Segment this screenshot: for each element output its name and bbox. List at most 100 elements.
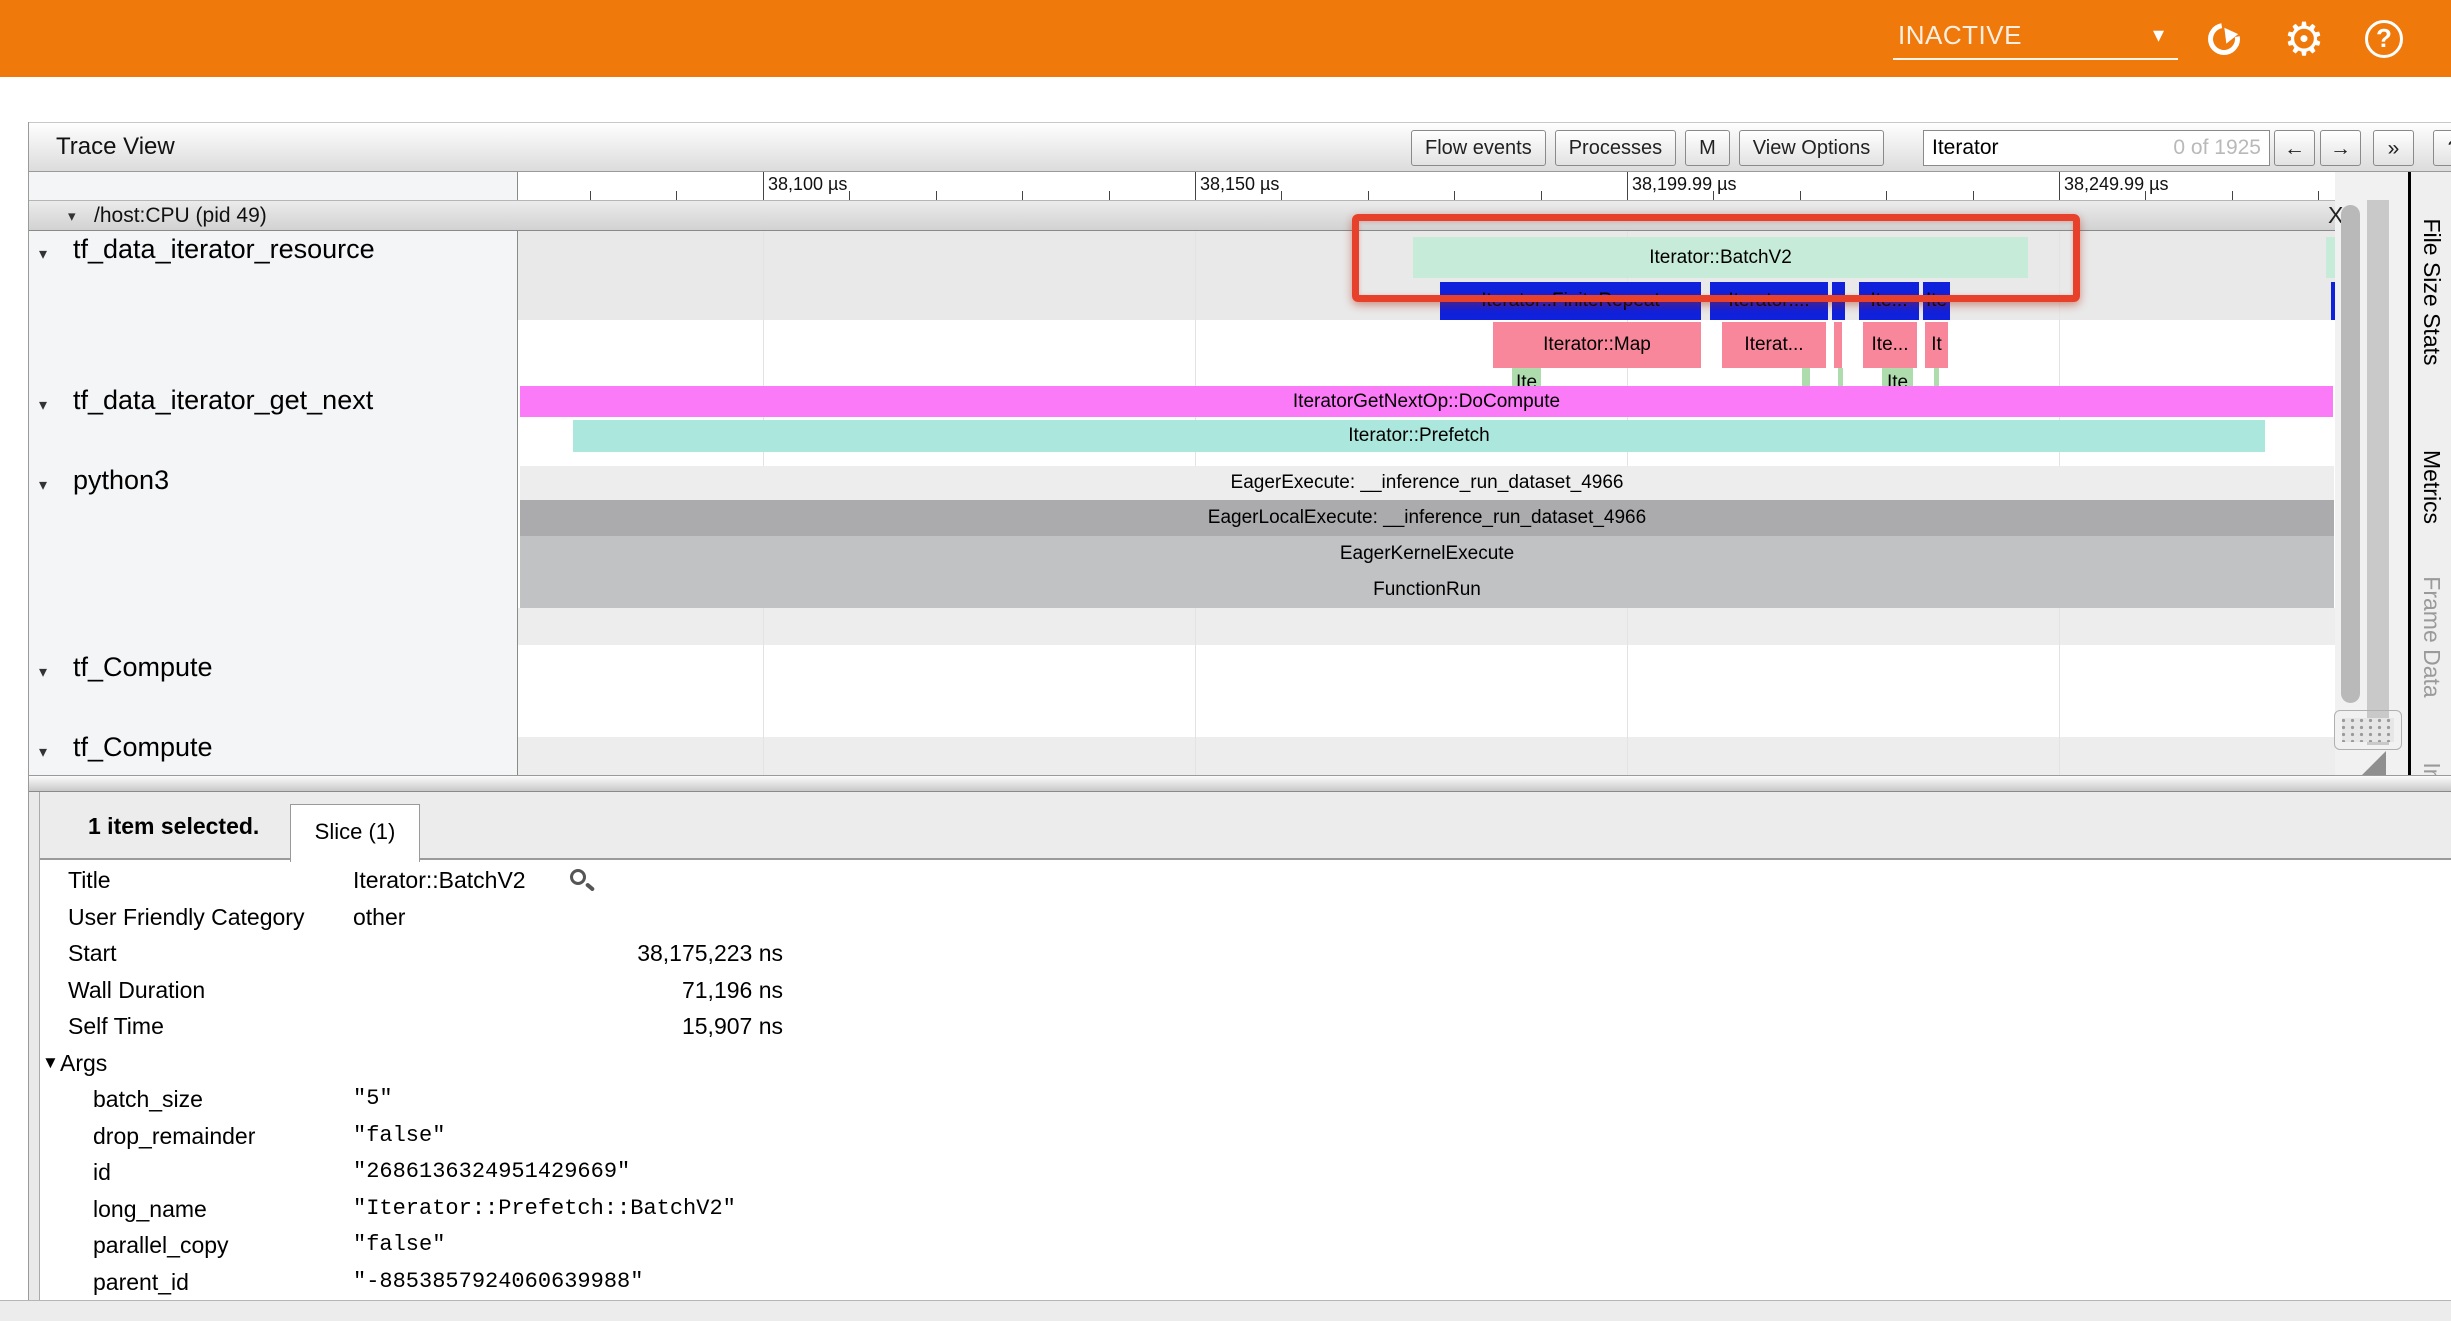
process-title: /host:CPU (pid 49) <box>94 201 267 230</box>
trace-slice[interactable]: It <box>1925 322 1948 368</box>
track-row-label-tf_Compute[interactable]: ▾tf_Compute <box>29 732 517 768</box>
detail-row-title: TitleIterator::BatchV2 <box>40 862 900 898</box>
time-tick <box>2059 172 2060 200</box>
detail-value: "2686136324951429669" <box>353 1154 783 1190</box>
time-tick-label: 38,150 µs <box>1200 174 1279 195</box>
process-header[interactable]: ▾ /host:CPU (pid 49) X <box>28 200 2335 231</box>
trace-slice[interactable]: EagerLocalExecute: __inference_run_datas… <box>520 500 2334 536</box>
toolbar-button-view-options[interactable]: View Options <box>1739 130 1884 166</box>
toolbar-button-m[interactable]: M <box>1685 130 1730 166</box>
time-tick-minor <box>2318 191 2319 200</box>
trace-slice-label: Iterator::BatchV2 <box>1649 237 1792 278</box>
app-left-border <box>28 122 29 1321</box>
trace-slice[interactable] <box>1834 322 1842 368</box>
panel-resize-divider[interactable] <box>28 775 2451 792</box>
trace-slice[interactable]: Iterator::Prefetch <box>573 420 2265 452</box>
search-input[interactable] <box>1924 131 2269 165</box>
trace-slice[interactable]: Iterator::Map <box>1493 322 1701 368</box>
panel-left-gutter <box>29 792 40 1300</box>
trace-slice-label: Iterator::FiniteRepeat <box>1481 282 1659 320</box>
trace-slice-label: Iterator::Prefetch <box>1348 420 1490 452</box>
time-ruler[interactable]: 38,100 µs38,150 µs38,199.99 µs38,249.99 … <box>518 172 2335 200</box>
resize-grip[interactable] <box>2334 710 2402 750</box>
detail-row-parent_id: parent_id"-8853857924060639988" <box>40 1264 900 1300</box>
status-dropdown[interactable]: INACTIVE ▾ <box>1893 14 2178 60</box>
time-tick-minor <box>590 191 591 200</box>
trace-slice[interactable]: IteratorGetNextOp::DoCompute <box>520 386 2333 417</box>
vertical-scrollbar[interactable] <box>2341 205 2360 703</box>
trace-toolbar: Trace View Flow eventsProcessesMView Opt… <box>28 122 2451 172</box>
detail-label: parent_id <box>93 1264 189 1300</box>
track-row-label-tf_data_iterator_get_next[interactable]: ▾tf_data_iterator_get_next <box>29 385 517 421</box>
trace-slice-label: It <box>1931 322 1942 368</box>
track-label-text: tf_Compute <box>73 732 213 763</box>
status-dropdown-value: INACTIVE <box>1898 20 2022 51</box>
sidebar-tab-file-size-stats[interactable]: File Size Stats <box>2418 219 2445 366</box>
toolbar-button-processes[interactable]: Processes <box>1555 130 1676 166</box>
trace-slice[interactable]: Ite... <box>1859 282 1919 320</box>
right-tab-sidebar: File Size Stats Metrics Frame Data In <box>2408 166 2451 775</box>
track-row-label-python3[interactable]: ▾python3 <box>29 465 517 501</box>
vertical-zoom-slider[interactable] <box>2367 200 2389 745</box>
time-tick-minor <box>1454 191 1455 200</box>
track-background <box>518 737 2335 775</box>
sidebar-tab-in[interactable]: In <box>2418 762 2445 775</box>
trace-slice[interactable] <box>2326 237 2335 278</box>
sidebar-tab-metrics[interactable]: Metrics <box>2418 450 2445 524</box>
detail-row-batch_size: batch_size"5" <box>40 1081 900 1117</box>
detail-value: "Iterator::Prefetch::BatchV2" <box>353 1191 783 1227</box>
refresh-button[interactable] <box>2196 0 2252 77</box>
track-background <box>518 608 2335 645</box>
trace-slice[interactable]: Iterator::FiniteRepeat <box>1440 282 1701 320</box>
tab-slice[interactable]: Slice (1) <box>290 804 420 862</box>
trace-slice[interactable]: Iterator:... <box>1710 282 1828 320</box>
trace-slice[interactable]: FunctionRun <box>520 572 2334 608</box>
trace-slice[interactable]: Ite <box>1923 282 1950 320</box>
search-jump-button[interactable]: » <box>2373 130 2414 166</box>
trace-slice[interactable]: Ite... <box>1863 322 1917 368</box>
corner-resize-icon[interactable] <box>2362 751 2386 775</box>
trace-slice-label: Iterat... <box>1744 322 1803 368</box>
trace-slice[interactable]: Iterator::BatchV2 <box>1413 237 2028 278</box>
track-label-column: ▾tf_data_iterator_resource ▾tf_data_itera… <box>29 172 518 775</box>
detail-label: drop_remainder <box>93 1118 255 1154</box>
detail-label: Self Time <box>68 1008 164 1044</box>
trace-slice[interactable]: EagerKernelExecute <box>520 536 2334 572</box>
track-label-text: tf_data_iterator_get_next <box>73 385 373 416</box>
search-prev-button[interactable]: ← <box>2274 130 2315 166</box>
search-next-button[interactable]: → <box>2320 130 2361 166</box>
shortcuts-help-button[interactable]: ? <box>2433 130 2451 166</box>
trace-slice[interactable] <box>1832 282 1845 320</box>
time-tick-minor <box>1886 191 1887 200</box>
sidebar-tab-frame-data[interactable]: Frame Data <box>2418 576 2445 697</box>
detail-label: id <box>93 1154 111 1190</box>
time-tick-minor <box>849 191 850 200</box>
time-tick <box>763 172 764 200</box>
trace-slice[interactable]: Iterat... <box>1722 322 1826 368</box>
refresh-icon <box>2202 16 2247 61</box>
track-row-label-tf_Compute[interactable]: ▾tf_Compute <box>29 652 517 688</box>
track-row-label-tf_data_iterator_resource[interactable]: ▾tf_data_iterator_resource <box>29 234 517 270</box>
trace-slice-label: IteratorGetNextOp::DoCompute <box>1293 386 1560 417</box>
time-tick-minor <box>1541 191 1542 200</box>
time-tick-label: 38,100 µs <box>768 174 847 195</box>
slice-detail-panel: 1 item selected. Slice (1) TitleIterator… <box>28 792 2451 1300</box>
time-tick-minor <box>1800 191 1801 200</box>
timeline-canvas[interactable]: Iterator::BatchV2Iterator::FiniteRepeatI… <box>518 231 2335 775</box>
detail-label: parallel_copy <box>93 1227 229 1263</box>
detail-value: other <box>353 899 783 935</box>
settings-button[interactable]: ⚙ <box>2276 0 2332 77</box>
magnifier-icon[interactable] <box>570 869 586 885</box>
detail-row-user-friendly-category: User Friendly Categoryother <box>40 899 900 935</box>
toolbar-button-flow-events[interactable]: Flow events <box>1411 130 1546 166</box>
time-tick-minor <box>936 191 937 200</box>
bottom-scrollbar-area[interactable] <box>0 1300 2451 1321</box>
help-icon: ? <box>2365 20 2403 58</box>
help-button[interactable]: ? <box>2356 0 2412 77</box>
dropdown-underline <box>1893 58 2178 60</box>
time-tick-minor <box>1109 191 1110 200</box>
args-collapse-icon[interactable]: ▼ <box>42 1045 59 1081</box>
page-title: Trace View <box>56 123 175 171</box>
trace-slice-label: Iterator::Map <box>1543 322 1651 368</box>
trace-slice[interactable]: EagerExecute: __inference_run_dataset_49… <box>520 466 2334 500</box>
